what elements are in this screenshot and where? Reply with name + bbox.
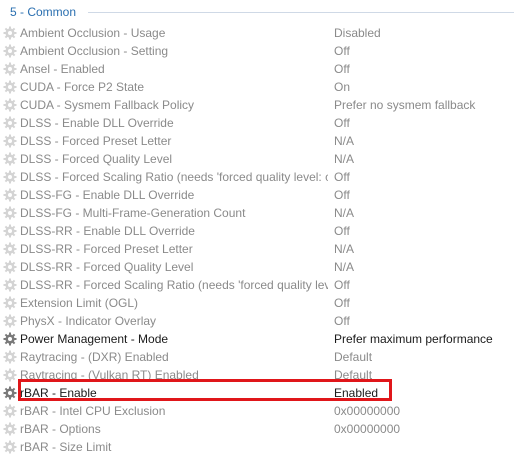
gear-icon [3,368,17,382]
setting-row[interactable]: Raytracing - (DXR) Enabled Default [0,348,514,366]
setting-name: Raytracing - (Vulkan RT) Enabled [20,368,199,382]
setting-value[interactable]: Off [334,42,510,60]
setting-value[interactable]: Prefer maximum performance [334,330,510,348]
setting-value[interactable]: On [334,78,510,96]
setting-row[interactable]: rBAR - Options 0x00000000 [0,420,514,438]
setting-name: DLSS - Forced Quality Level [20,152,173,166]
setting-value[interactable]: Prefer no sysmem fallback [334,96,510,114]
setting-name: CUDA - Force P2 State [20,80,145,94]
setting-row[interactable]: CUDA - Force P2 State On [0,78,514,96]
setting-row[interactable]: rBAR - Enable Enabled [0,384,514,402]
setting-name: DLSS - Forced Preset Letter [20,134,172,148]
setting-row[interactable]: Power Management - Mode Prefer maximum pe… [0,330,514,348]
gear-icon [3,98,17,112]
setting-name: DLSS - Forced Scaling Ratio (needs 'forc… [20,170,328,184]
setting-name: DLSS-RR - Forced Scaling Ratio (needs 'f… [20,278,328,292]
setting-value[interactable]: N/A [334,258,510,276]
gear-icon [3,26,17,40]
setting-name: DLSS-FG - Multi-Frame-Generation Count [20,206,246,220]
setting-name: PhysX - Indicator Overlay [20,314,157,328]
setting-row[interactable]: DLSS - Forced Preset Letter N/A [0,132,514,150]
setting-row[interactable]: Extension Limit (OGL) Off [0,294,514,312]
setting-row[interactable]: DLSS-RR - Forced Preset Letter N/A [0,240,514,258]
gear-icon [3,224,17,238]
gear-icon [3,206,17,220]
gear-icon [3,170,17,184]
setting-name: Power Management - Mode [20,332,169,346]
setting-row[interactable]: DLSS - Forced Scaling Ratio (needs 'forc… [0,168,514,186]
gear-icon [3,278,17,292]
setting-name: rBAR - Options [20,422,101,436]
setting-name: DLSS-RR - Forced Quality Level [20,260,194,274]
gear-icon [3,422,17,436]
setting-name: rBAR - Enable [20,386,97,400]
setting-row[interactable]: DLSS - Forced Quality Level N/A [0,150,514,168]
setting-value[interactable]: Default [334,348,510,366]
setting-value[interactable]: N/A [334,150,510,168]
setting-row[interactable]: DLSS - Enable DLL Override Off [0,114,514,132]
setting-name: DLSS-RR - Enable DLL Override [20,224,195,238]
gear-icon [3,134,17,148]
gear-icon [3,260,17,274]
setting-name: DLSS-RR - Forced Preset Letter [20,242,193,256]
setting-name: CUDA - Sysmem Fallback Policy [20,98,195,112]
gear-icon [3,152,17,166]
setting-row[interactable]: DLSS-RR - Forced Scaling Ratio (needs 'f… [0,276,514,294]
setting-row[interactable]: Ansel - Enabled Off [0,60,514,78]
section-header[interactable]: 5 - Common [0,0,514,24]
setting-row[interactable]: rBAR - Intel CPU Exclusion 0x00000000 [0,402,514,420]
setting-value[interactable]: Off [334,114,510,132]
setting-row[interactable]: Raytracing - (Vulkan RT) Enabled Default [0,366,514,384]
setting-value[interactable]: Off [334,222,510,240]
setting-value[interactable]: Off [334,168,510,186]
setting-row[interactable]: DLSS-RR - Forced Quality Level N/A [0,258,514,276]
gear-icon [3,242,17,256]
gear-icon [3,314,17,328]
setting-row[interactable]: CUDA - Sysmem Fallback Policy Prefer no s… [0,96,514,114]
setting-row[interactable]: DLSS-RR - Enable DLL Override Off [0,222,514,240]
setting-name: rBAR - Size Limit [20,440,112,454]
setting-value[interactable]: Off [334,312,510,330]
setting-row[interactable]: PhysX - Indicator Overlay Off [0,312,514,330]
gear-icon [3,80,17,94]
gear-icon [3,44,17,58]
setting-name: DLSS - Enable DLL Override [20,116,174,130]
setting-value[interactable]: Disabled [334,24,510,42]
setting-value[interactable]: N/A [334,240,510,258]
gear-icon [3,296,17,310]
setting-value[interactable]: Enabled [334,384,510,402]
gear-icon [3,440,17,454]
setting-value[interactable]: 0x00000000 [334,402,510,420]
setting-value[interactable]: Off [334,276,510,294]
gear-icon [3,188,17,202]
section-title: 5 - Common [10,5,77,19]
gear-icon [3,404,17,418]
setting-name: rBAR - Intel CPU Exclusion [20,404,166,418]
setting-row[interactable]: rBAR - Size Limit [0,438,514,456]
setting-row[interactable]: DLSS-FG - Multi-Frame-Generation Count N/… [0,204,514,222]
gear-icon [3,386,17,400]
setting-name: Raytracing - (DXR) Enabled [20,350,169,364]
gear-icon [3,62,17,76]
setting-value[interactable]: Off [334,294,510,312]
setting-value[interactable]: Off [334,186,510,204]
setting-value[interactable]: Off [334,60,510,78]
setting-value[interactable]: 0x00000000 [334,420,510,438]
gear-icon [3,116,17,130]
setting-value[interactable]: N/A [334,132,510,150]
setting-name: Ambient Occlusion - Usage [20,26,166,40]
setting-name: DLSS-FG - Enable DLL Override [20,188,195,202]
setting-row[interactable]: DLSS-FG - Enable DLL Override Off [0,186,514,204]
setting-name: Extension Limit (OGL) [20,296,139,310]
gear-icon [3,332,17,346]
settings-list: Ambient Occlusion - Usage Disabled Ambient… [0,24,514,456]
setting-row[interactable]: Ambient Occlusion - Setting Off [0,42,514,60]
section-divider [88,12,514,13]
setting-value[interactable]: Default [334,366,510,384]
setting-name: Ansel - Enabled [20,62,105,76]
setting-row[interactable]: Ambient Occlusion - Usage Disabled [0,24,514,42]
setting-value[interactable]: N/A [334,204,510,222]
gear-icon [3,350,17,364]
setting-name: Ambient Occlusion - Setting [20,44,169,58]
